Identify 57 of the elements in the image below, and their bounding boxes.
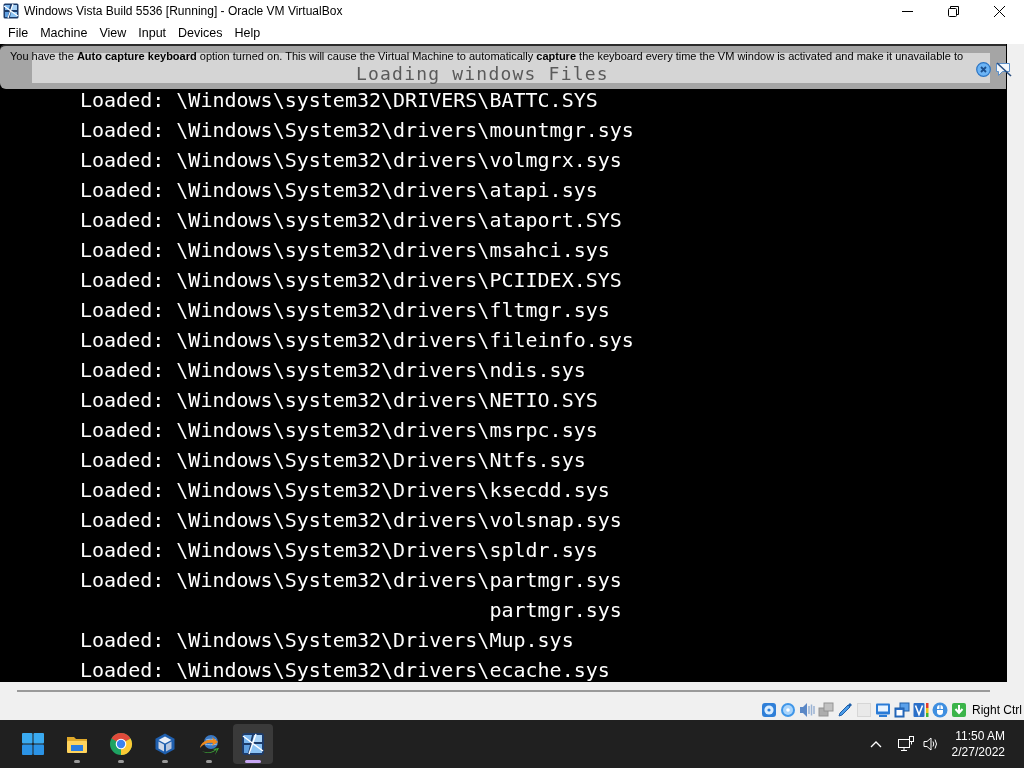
- network-monitor-icon[interactable]: [897, 736, 914, 752]
- running-indicator-icon: [162, 760, 168, 763]
- boot-log-line: Loaded: \Windows\system32\drivers\fltmgr.sys: [80, 298, 610, 322]
- boot-log-line: Loaded: \Windows\System32\Drivers\spldr.sys: [80, 538, 598, 562]
- tricolor-circle-icon: [109, 732, 133, 756]
- monitor-icon[interactable]: [875, 702, 891, 718]
- boot-log-line: Loaded: \Windows\System32\Drivers\Ntfs.sys: [80, 448, 586, 472]
- boot-log-line: Loaded: \Windows\system32\drivers\ataport.SYS: [80, 208, 622, 232]
- window-logo-icon: [3, 3, 19, 19]
- close-icon[interactable]: [976, 62, 991, 77]
- running-indicator-icon: [118, 760, 124, 763]
- boot-log-line: Loaded: \Windows\System32\drivers\atapi.sys: [80, 178, 598, 202]
- close-icon: [993, 5, 1005, 17]
- clock-date: 2/27/2022: [951, 744, 1005, 760]
- restore-icon: [947, 5, 959, 17]
- boot-log-line: Loaded: \Windows\System32\Drivers\Mup.sys: [80, 628, 574, 652]
- menu-item[interactable]: Devices: [172, 24, 229, 42]
- mouse-icon[interactable]: [932, 702, 948, 718]
- boot-log-line: Loaded: \Windows\System32\drivers\volmgrx.sys: [80, 148, 622, 172]
- crossed-bubble-icon[interactable]: [995, 62, 1012, 77]
- running-indicator-icon: [245, 760, 261, 763]
- taskbar-button[interactable]: [233, 724, 273, 764]
- notification-text: You have the Auto capture keyboard option turned on. This will cause the Virtual Machine to automatically capture the keyboard every time the VM window is activated and make it unavailable to: [10, 50, 964, 63]
- boot-log-line: Loaded: \Windows\system32\drivers\NETIO.SYS: [80, 388, 598, 412]
- stacked-windows-icon[interactable]: [894, 702, 910, 718]
- boot-log-line: Loaded: \Windows\System32\drivers\partmgr.sys: [80, 568, 622, 592]
- running-indicator-icon: [206, 760, 212, 763]
- boot-log-line: Loaded: \Windows\system32\DRIVERS\BATTC.SYS: [80, 88, 598, 112]
- menu-item[interactable]: Input: [132, 24, 173, 42]
- cube-icon: [153, 732, 177, 756]
- clock-time: 11:50 AM: [955, 728, 1005, 744]
- menu-item[interactable]: View: [93, 24, 133, 42]
- hard-disk-icon[interactable]: [761, 702, 777, 718]
- boot-log-line: Loaded: \Windows\system32\drivers\msrpc.sys: [80, 418, 598, 442]
- boot-log-line: Loaded: \Windows\system32\drivers\ndis.sys: [80, 358, 586, 382]
- down-arrow-icon[interactable]: [951, 702, 967, 718]
- window-title: Windows Vista Build 5536 [Running] - Oracle VM VirtualBox: [24, 4, 344, 18]
- boot-log-line: Loaded: \Windows\system32\drivers\PCIIDEX.SYS: [80, 268, 622, 292]
- boot-log-line: Loaded: \Windows\System32\drivers\mountmgr.sys: [80, 118, 634, 142]
- running-indicator-icon: [74, 760, 80, 763]
- host-key-label: Right Ctrl: [972, 703, 1022, 717]
- speaker-icon[interactable]: [921, 736, 940, 752]
- boot-log-line: Loaded: \Windows\system32\drivers\msahci.sys: [80, 238, 610, 262]
- menu-item[interactable]: File: [2, 24, 35, 42]
- four-panes-icon: [21, 732, 45, 756]
- menu-item[interactable]: Machine: [34, 24, 94, 42]
- pen-icon[interactable]: [837, 702, 853, 718]
- boot-log-line: Loaded: \Windows\System32\drivers\ecache.sys: [80, 658, 610, 682]
- boot-log-line: Loaded: \Windows\system32\drivers\fileinfo.sys: [80, 328, 634, 352]
- boot-log-line: partmgr.sys: [489, 598, 622, 622]
- vm-header-text: Loading windows Files: [356, 64, 609, 83]
- boot-log-line: Loaded: \Windows\System32\Drivers\ksecdd.sys: [80, 478, 610, 502]
- v-chip-icon[interactable]: [913, 702, 929, 718]
- disc-icon[interactable]: [780, 702, 796, 718]
- boot-log-line: Loaded: \Windows\System32\drivers\volsnap.sys: [80, 508, 622, 532]
- menu-item[interactable]: Help: [228, 24, 267, 42]
- window-logo-icon: [241, 732, 265, 756]
